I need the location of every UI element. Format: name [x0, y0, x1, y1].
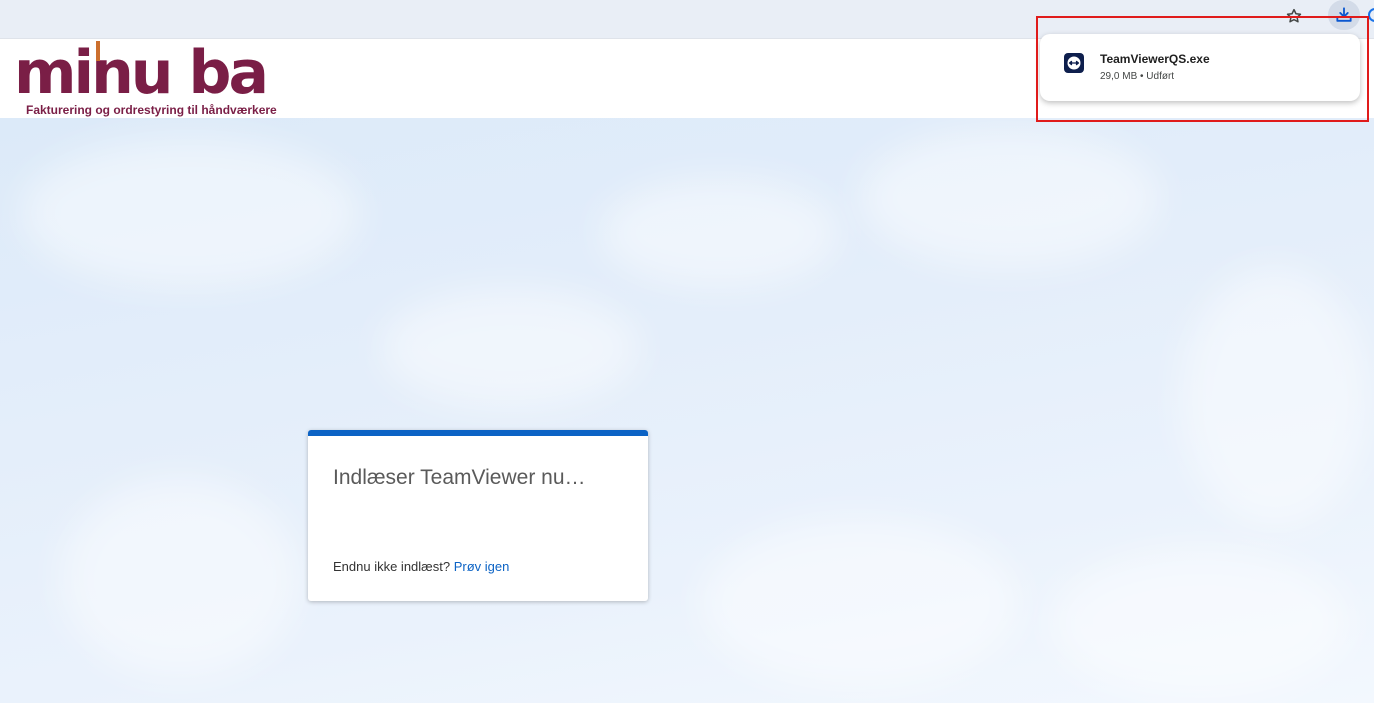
map-shape: [20, 138, 360, 288]
not-loaded-text: Endnu ikke indlæst?: [333, 559, 451, 574]
card-accent-bar: [308, 430, 648, 436]
map-shape: [860, 128, 1160, 268]
minuba-logo[interactable]: minu ba Fakturering og ordrestyring til h…: [14, 37, 304, 137]
profile-icon[interactable]: [1368, 8, 1374, 22]
page-background: [0, 118, 1374, 703]
download-icon: [1336, 7, 1352, 22]
download-status: 29,0 MB • Udført: [1100, 71, 1175, 82]
bookmark-star-button[interactable]: [1280, 4, 1308, 28]
logo-tagline: Fakturering og ordrestyring til håndværk…: [26, 103, 277, 117]
map-shape: [600, 178, 840, 288]
map-shape: [60, 478, 300, 678]
download-item[interactable]: TeamViewerQS.exe 29,0 MB • Udført: [1050, 42, 1350, 94]
retry-link[interactable]: Prøv igen: [454, 559, 510, 574]
map-shape: [1180, 268, 1370, 528]
loading-card: Indlæser TeamViewer nu… Endnu ikke indlæ…: [308, 430, 648, 601]
map-shape: [1050, 548, 1350, 698]
map-shape: [700, 518, 1020, 688]
browser-toolbar: [0, 0, 1374, 38]
loading-title: Indlæser TeamViewer nu…: [333, 466, 586, 489]
map-shape: [380, 288, 640, 408]
teamviewer-icon: [1064, 53, 1084, 73]
logo-wordmark: minu ba: [14, 37, 269, 137]
download-filename: TeamViewerQS.exe: [1100, 52, 1210, 66]
downloads-panel: TeamViewerQS.exe 29,0 MB • Udført: [1040, 34, 1360, 101]
downloads-button[interactable]: [1328, 0, 1360, 30]
card-footer: Endnu ikke indlæst? Prøv igen: [333, 559, 509, 574]
star-icon: [1286, 8, 1302, 23]
logo-accent-tick: [96, 41, 100, 61]
